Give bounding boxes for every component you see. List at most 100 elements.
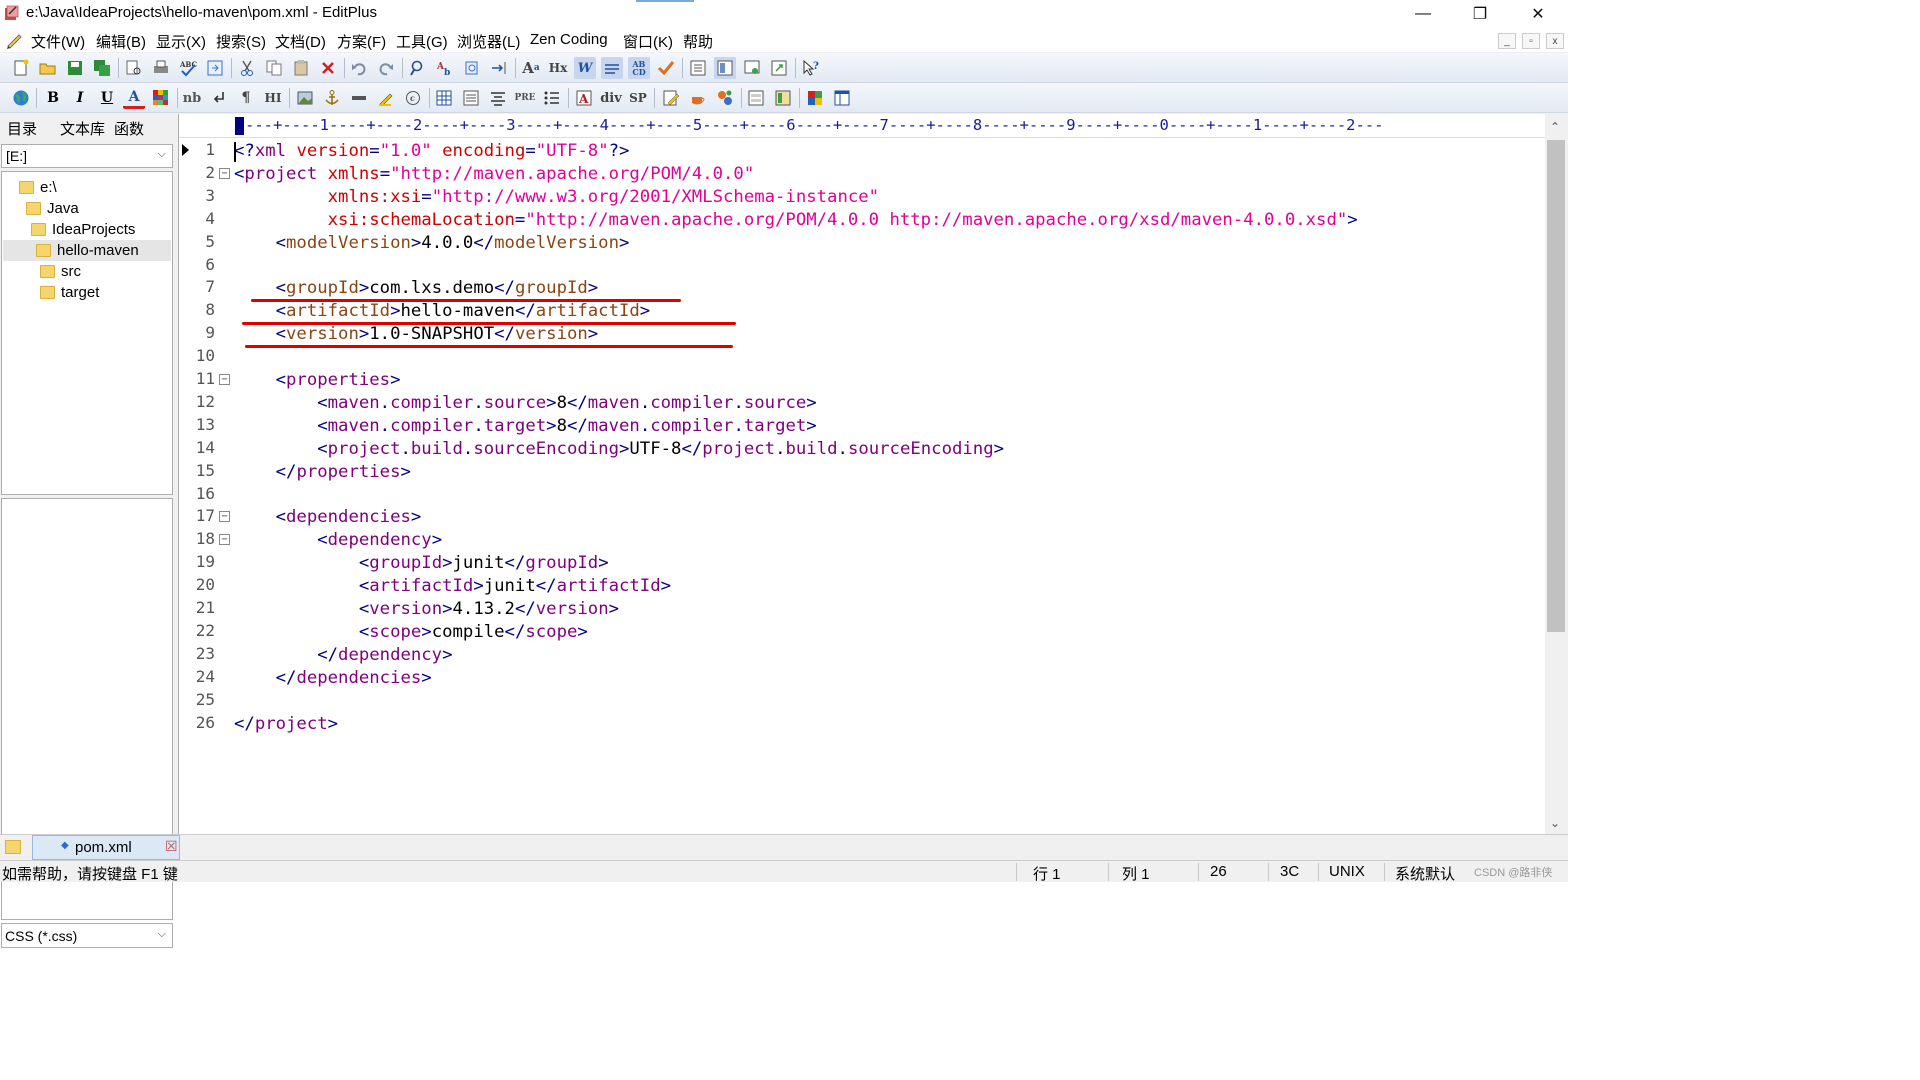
code-line[interactable]: <artifactId>hello-maven</artifactId> [234, 300, 651, 323]
close-button[interactable]: ✕ [1514, 0, 1562, 28]
menu-help[interactable]: 帮助 [683, 31, 713, 52]
code-line[interactable]: <groupId>com.lxs.demo</groupId> [234, 277, 599, 300]
goto-line-icon[interactable] [488, 57, 510, 79]
code-line[interactable]: xmlns:xsi="http://www.w3.org/2001/XMLSch… [234, 186, 879, 209]
save-all-icon[interactable] [91, 57, 113, 79]
open-file-icon[interactable] [37, 57, 59, 79]
anchor-icon[interactable] [321, 87, 343, 109]
hex-view-icon[interactable]: Hx [547, 57, 569, 79]
font-icon[interactable]: A [573, 87, 595, 109]
italic-icon[interactable]: I [69, 87, 91, 109]
menu-tools[interactable]: 工具(G) [396, 31, 448, 52]
gear-tools-icon[interactable] [714, 87, 736, 109]
minimize-button[interactable]: — [1399, 0, 1447, 28]
cliptext-icon[interactable] [741, 57, 763, 79]
horizontal-rule-icon[interactable] [348, 87, 370, 109]
line-break-icon[interactable] [208, 87, 230, 109]
div-icon[interactable]: div [600, 87, 622, 109]
paste-icon[interactable] [290, 57, 312, 79]
code-line[interactable]: <version>4.13.2</version> [234, 598, 619, 621]
span-icon[interactable]: SP [627, 87, 649, 109]
form-icon[interactable] [745, 87, 767, 109]
status-encoding[interactable]: 系统默认 [1395, 863, 1455, 884]
globe-icon[interactable] [10, 87, 32, 109]
delete-icon[interactable] [317, 57, 339, 79]
underline-icon[interactable]: U [96, 87, 118, 109]
code-line[interactable]: <maven.compiler.source>8</maven.compiler… [234, 392, 816, 415]
code-line[interactable]: <modelVersion>4.0.0</modelVersion> [234, 232, 630, 255]
undo-icon[interactable] [348, 57, 370, 79]
copy-icon[interactable] [263, 57, 285, 79]
redo-icon[interactable] [375, 57, 397, 79]
fullscreen-icon[interactable] [768, 57, 790, 79]
code-line[interactable]: <project.build.sourceEncoding>UTF-8</pro… [234, 438, 1004, 461]
bold-icon[interactable]: B [42, 87, 64, 109]
code-line[interactable]: <groupId>junit</groupId> [234, 552, 609, 575]
find-in-files-icon[interactable] [461, 57, 483, 79]
list-icon[interactable] [541, 87, 563, 109]
drive-select[interactable]: [E:] ⌵ [1, 144, 173, 168]
align-icon[interactable] [460, 87, 482, 109]
code-line[interactable]: <?xml version="1.0" encoding="UTF-8"?> [234, 140, 629, 163]
file-filter-select[interactable]: CSS (*.css) ⌵ [1, 923, 173, 948]
nbsp-icon[interactable]: nb [181, 87, 203, 109]
menu-browser[interactable]: 浏览器(L) [457, 31, 520, 52]
restore-button[interactable]: ❐ [1456, 0, 1504, 28]
tree-item-e-drive[interactable]: e:\ [19, 177, 57, 198]
fold-toggle-icon[interactable]: − [219, 167, 230, 179]
code-line[interactable]: </project> [234, 713, 338, 736]
font-size-icon[interactable]: Aa [520, 57, 542, 79]
vertical-scrollbar[interactable]: ⌃ ⌄ [1545, 114, 1568, 834]
fold-toggle-icon[interactable]: − [219, 534, 230, 546]
status-line-ending[interactable]: UNIX [1329, 863, 1365, 880]
code-line[interactable]: xsi:schemaLocation="http://maven.apache.… [234, 209, 1358, 232]
code-line[interactable]: </properties> [234, 461, 411, 484]
document-tab-pom-xml[interactable]: ◆ pom.xml ☒ [32, 835, 180, 860]
code-line[interactable]: <dependencies> [234, 506, 422, 529]
scrollbar-thumb[interactable] [1547, 140, 1565, 632]
directory-window-icon[interactable] [687, 57, 709, 79]
word-wrap-icon[interactable]: W [574, 57, 596, 79]
ruler-icon[interactable] [601, 57, 623, 79]
output-window-icon[interactable] [714, 57, 736, 79]
mdi-minimize-button[interactable]: _ [1498, 33, 1516, 49]
pre-icon[interactable]: PRE [514, 87, 536, 109]
fold-toggle-icon[interactable]: − [219, 374, 230, 385]
code-line[interactable]: <properties> [234, 369, 401, 392]
tree-item-src[interactable]: src [40, 261, 81, 282]
code-line[interactable]: <artifactId>junit</artifactId> [234, 575, 671, 598]
menu-zen-coding[interactable]: Zen Coding [530, 31, 608, 48]
tree-item-target[interactable]: target [40, 282, 99, 303]
help-cursor-icon[interactable]: ? [800, 57, 822, 79]
menu-edit[interactable]: 编辑(B) [96, 31, 146, 52]
font-color-icon[interactable]: A [123, 87, 145, 109]
color-picker-icon[interactable] [804, 87, 826, 109]
find-icon[interactable] [407, 57, 429, 79]
edit-form-icon[interactable] [660, 87, 682, 109]
tree-item-ideaprojects[interactable]: IdeaProjects [31, 219, 135, 240]
print-icon[interactable] [150, 57, 172, 79]
code-line[interactable]: </dependency> [234, 644, 452, 667]
tree-item-hello-maven[interactable]: hello-maven [3, 240, 171, 261]
heading-icon[interactable]: HI [262, 87, 284, 109]
menu-project[interactable]: 方案(F) [337, 31, 386, 52]
replace-icon[interactable]: Ab [434, 57, 456, 79]
window-layout-icon[interactable] [831, 87, 853, 109]
line-number-icon[interactable]: AB CD [628, 57, 650, 79]
menu-window[interactable]: 窗口(K) [623, 31, 673, 52]
code-line[interactable]: <dependency> [234, 529, 442, 552]
tab-directory[interactable]: 目录 [7, 118, 37, 139]
mdi-close-button[interactable]: x [1546, 33, 1564, 49]
folder-icon[interactable] [5, 840, 21, 854]
center-align-icon[interactable] [487, 87, 509, 109]
tree-item-java[interactable]: Java [26, 198, 79, 219]
code-line[interactable]: <maven.compiler.target>8</maven.compiler… [234, 415, 816, 438]
copyright-icon[interactable]: c [402, 87, 424, 109]
code-editor[interactable]: ---+----1----+----2----+----3----+----4-… [178, 114, 1568, 834]
code-line[interactable]: <version>1.0-SNAPSHOT</version> [234, 323, 599, 346]
menu-file[interactable]: 文件(W) [31, 31, 85, 52]
save-icon[interactable] [64, 57, 86, 79]
frame-icon[interactable] [772, 87, 794, 109]
code-line[interactable]: <scope>compile</scope> [234, 621, 588, 644]
tab-functions[interactable]: 函数 [114, 118, 144, 139]
